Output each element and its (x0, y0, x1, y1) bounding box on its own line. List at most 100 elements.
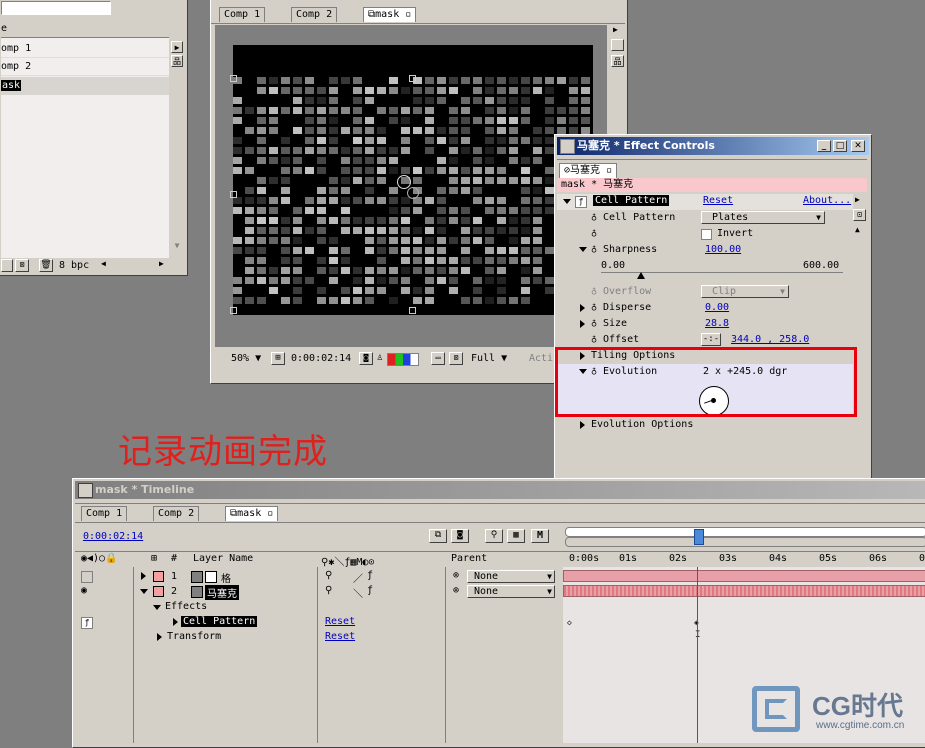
fx-toggle-icon[interactable]: ƒ (575, 196, 587, 208)
timeline-timecode[interactable]: 0:00:02:14 (83, 531, 143, 542)
bpc-label[interactable]: 8 bpc (59, 259, 89, 272)
resolution-menu[interactable]: Full ▼ (471, 352, 507, 366)
project-item-mask[interactable]: ask (1, 77, 169, 95)
shy-switch-icon[interactable]: ⚲ (325, 585, 332, 596)
time-ruler[interactable]: 0:00s 01s 02s 03s 04s 05s 06s 07s (563, 551, 925, 568)
time-navigator[interactable] (565, 537, 925, 547)
project-search-field[interactable] (1, 1, 111, 15)
offset-crosshair-icon[interactable]: -:- (701, 333, 721, 346)
current-time-indicator-icon[interactable] (694, 529, 704, 545)
comp-viewer[interactable] (215, 25, 607, 347)
visibility-toggle[interactable] (81, 571, 93, 583)
timeline-titlebar[interactable]: mask * Timeline (75, 481, 925, 499)
show-snapshot-icon[interactable]: ♙ (377, 352, 383, 363)
stopwatch-icon[interactable]: ♁ (591, 302, 597, 313)
layer-1-name[interactable]: 格 (221, 570, 231, 585)
scroll-up-arrow-icon[interactable]: ▲ (855, 225, 860, 234)
collapse-triangle-icon[interactable] (153, 605, 161, 610)
expand-triangle-icon[interactable] (580, 304, 585, 312)
stopwatch-icon[interactable]: ♁ (591, 244, 597, 255)
timeline-tab-comp2[interactable]: Comp 2 (153, 506, 200, 521)
camera-icon[interactable]: ◙ (451, 529, 469, 543)
effect-item-row[interactable]: ƒ Cell Pattern Reset (75, 615, 563, 630)
zoom-menu[interactable]: 50% ▼ (231, 352, 261, 366)
collapse-triangle-icon[interactable] (140, 589, 148, 594)
effect-controls-titlebar[interactable]: 马塞克 * Effect Controls _ □ ✕ (557, 137, 869, 155)
layer-row-2[interactable]: ◉ 2 马塞克 ⚲ ＼ ƒ ⊚ None ▼ (75, 584, 563, 600)
rgb-channels-icon[interactable] (387, 353, 419, 366)
stopwatch-icon[interactable]: ♁ (591, 318, 597, 329)
comp-settings-icon[interactable] (611, 39, 624, 51)
layer-handle-ml[interactable] (230, 191, 237, 198)
tab-close-icon[interactable]: ▫ (606, 165, 612, 176)
stopwatch-icon[interactable]: ♁ (591, 212, 597, 223)
maximize-button[interactable]: □ (833, 140, 847, 152)
project-scrollbar[interactable]: ▶ 品 ▼ (171, 41, 183, 257)
invert-checkbox[interactable] (701, 229, 712, 240)
stopwatch-icon[interactable]: ♁ (591, 286, 597, 297)
scroll-down-arrow-icon[interactable]: ▼ (171, 241, 183, 253)
parent-pick-whip-icon[interactable]: ⊚ (453, 585, 459, 596)
effect-about-link[interactable]: About... (803, 195, 851, 206)
layer-handle-tl[interactable] (230, 75, 237, 82)
scroll-right-arrow-icon[interactable]: ▶ (171, 41, 183, 53)
comp-tab-mask[interactable]: ⧉mask ▫ (363, 7, 417, 22)
comp-canvas[interactable] (230, 45, 593, 315)
expand-triangle-icon[interactable] (141, 572, 146, 580)
effect-reset-link[interactable]: Reset (325, 616, 355, 627)
timeline-tab-comp1[interactable]: Comp 1 (81, 506, 128, 521)
effect-tab-layer[interactable]: ⊘马塞克 ▫ (559, 163, 618, 178)
overflow-dropdown[interactable]: Clip ▼ (701, 285, 789, 298)
layer-handle-tc[interactable] (409, 75, 416, 82)
project-item-comp2[interactable]: omp 2 (1, 58, 169, 76)
expand-triangle-icon[interactable] (157, 633, 162, 641)
col-layer-name[interactable]: Layer Name (193, 553, 253, 564)
work-area-bar[interactable] (565, 527, 925, 537)
flowchart-icon[interactable]: ⊡ (853, 209, 866, 221)
shy-switch-icon[interactable]: ⚲ (325, 570, 332, 581)
minimize-button[interactable]: _ (817, 140, 831, 152)
flowchart-icon[interactable]: 品 (611, 55, 624, 67)
layer-2-duration-bar[interactable] (563, 585, 925, 597)
offset-value[interactable]: 344.0 , 258.0 (731, 334, 809, 345)
flowchart-icon[interactable]: 品 (171, 55, 183, 67)
collapse-triangle-icon[interactable] (563, 199, 571, 204)
expand-triangle-icon[interactable] (579, 247, 587, 252)
keyframe-start-icon[interactable]: ◇ (567, 618, 572, 627)
panel-menu-arrow-icon[interactable]: ▶ (613, 25, 618, 34)
label-color-swatch[interactable] (153, 586, 164, 597)
effect-row-cell-pattern[interactable]: ƒ Cell Pattern Reset About... (557, 194, 853, 210)
tab-close-icon[interactable]: ▫ (267, 508, 273, 519)
transparency-grid-icon[interactable]: ⊠ (449, 352, 463, 365)
parent-pick-whip-icon[interactable]: ⊚ (453, 570, 459, 581)
scroll-left-icon[interactable]: ◀ (101, 259, 106, 268)
layer-2-name[interactable]: 马塞克 (205, 585, 239, 600)
comp-tab-comp1[interactable]: Comp 1 (219, 7, 266, 22)
project-item-comp1[interactable]: omp 1 (1, 40, 169, 58)
size-value[interactable]: 28.8 (705, 318, 729, 329)
frame-blending-icon[interactable]: ▦ (507, 529, 525, 543)
effect-switch-icon[interactable]: ƒ (367, 570, 373, 581)
snapshot-icon[interactable]: ◙ (359, 352, 373, 365)
expand-triangle-icon[interactable] (580, 421, 585, 429)
region-of-interest-icon[interactable]: ▭ (431, 352, 445, 365)
sharpness-slider-thumb[interactable] (637, 272, 646, 279)
layer-1-parent-dropdown[interactable]: None ▼ (467, 570, 555, 583)
layer-row-1[interactable]: 1 格 ⚲ ／ ƒ ⊚ None ▼ (75, 569, 563, 585)
motion-blur-icon[interactable]: M (531, 529, 549, 543)
stopwatch-icon[interactable]: ♁ (591, 228, 597, 239)
comp-timecode[interactable]: 0:00:02:14 (291, 352, 351, 366)
panel-menu-arrow-icon[interactable]: ▶ (855, 195, 860, 204)
close-button[interactable]: ✕ (851, 140, 865, 152)
layer-handle-bl[interactable] (230, 307, 237, 314)
expand-triangle-icon[interactable] (173, 618, 178, 626)
effect-switch-icon[interactable]: ƒ (367, 585, 373, 596)
comp-tab-comp2[interactable]: Comp 2 (291, 7, 338, 22)
prop-row-evolution-options[interactable]: Evolution Options (557, 417, 853, 433)
expand-triangle-icon[interactable] (580, 320, 585, 328)
effects-group-row[interactable]: Effects (75, 600, 563, 615)
stopwatch-icon[interactable]: ♁ (591, 334, 597, 345)
layer-2-parent-dropdown[interactable]: None ▼ (467, 585, 555, 598)
shy-layers-icon[interactable]: ⚲ (485, 529, 503, 543)
cell-pattern-dropdown[interactable]: Plates ▼ (701, 211, 825, 224)
